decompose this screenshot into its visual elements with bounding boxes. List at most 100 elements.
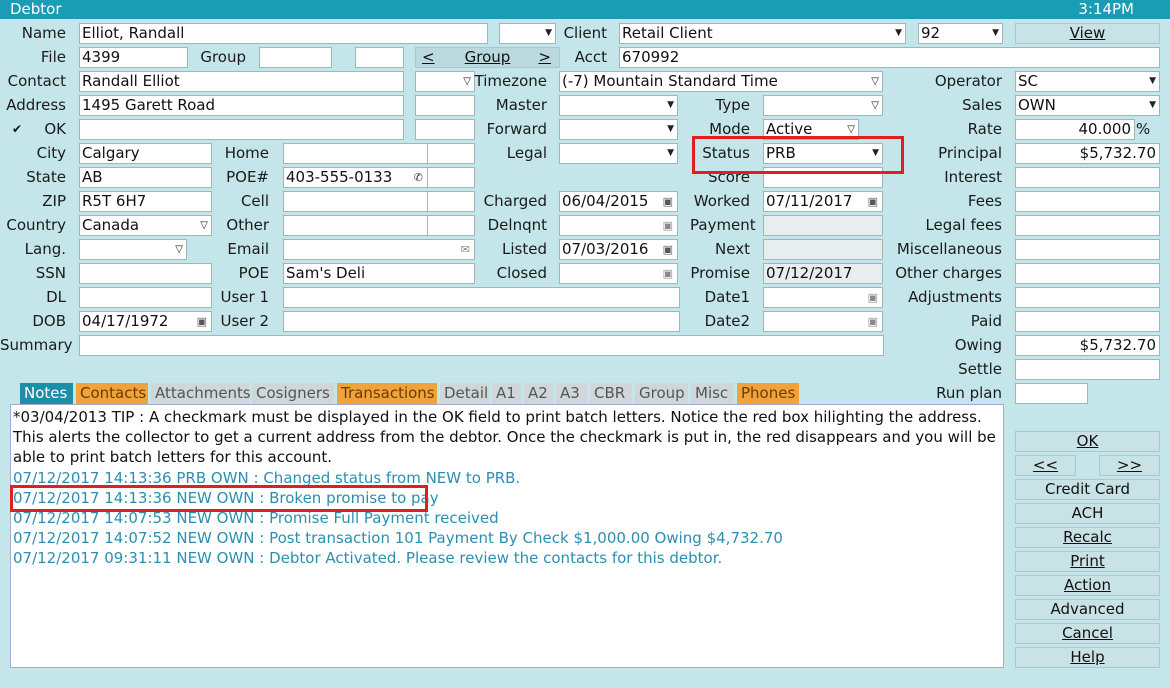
other-ext-field[interactable] <box>427 215 475 236</box>
tab-attachments[interactable]: Attachments <box>151 383 251 404</box>
adjustments-field[interactable] <box>1015 287 1160 308</box>
credit-card-button[interactable]: Credit Card <box>1015 479 1160 500</box>
help-button[interactable]: Help <box>1015 647 1160 668</box>
calendar-icon[interactable]: ▣ <box>868 192 878 211</box>
listed-date-field[interactable]: 07/03/2016 ▣ <box>559 239 678 260</box>
paid-field[interactable] <box>1015 311 1160 332</box>
ok-checkbox[interactable]: ✔ <box>12 119 24 140</box>
tab-cbr[interactable]: CBR <box>590 383 632 404</box>
contact-select[interactable]: ▽ <box>415 71 475 92</box>
note-entry[interactable]: 07/12/2017 14:07:52 NEW OWN : Post trans… <box>13 528 783 548</box>
action-button[interactable]: Action <box>1015 575 1160 596</box>
country-select[interactable]: Canada ▽ <box>79 215 212 236</box>
notes-panel[interactable]: *03/04/2013 TIP : A checkmark must be di… <box>10 404 1004 668</box>
ok-button[interactable]: OK <box>1015 431 1160 452</box>
tab-a3[interactable]: A3 <box>556 383 587 404</box>
owing-field[interactable]: $5,732.70 <box>1015 335 1160 356</box>
client-select[interactable]: Retail Client ▼ <box>619 23 906 44</box>
recalc-button[interactable]: Recalc <box>1015 527 1160 548</box>
miscellaneous-field[interactable] <box>1015 239 1160 260</box>
user2-field[interactable] <box>283 311 680 332</box>
cell-phone-field[interactable] <box>283 191 428 212</box>
rate-field[interactable]: 40.000 <box>1015 119 1135 140</box>
settle-field[interactable] <box>1015 359 1160 380</box>
zip-field[interactable]: R5T 6H7 <box>79 191 212 212</box>
other-phone-field[interactable] <box>283 215 428 236</box>
calendar-icon[interactable]: ▣ <box>663 240 673 259</box>
state-field[interactable]: AB <box>79 167 212 188</box>
master-select[interactable]: ▼ <box>559 95 678 116</box>
poe-phone-field[interactable]: 403-555-0133 ✆ <box>283 167 428 188</box>
advanced-button[interactable]: Advanced <box>1015 599 1160 620</box>
tab-cosigners[interactable]: Cosigners <box>252 383 334 404</box>
group-field[interactable] <box>259 47 332 68</box>
calendar-icon[interactable]: ▣ <box>663 216 673 235</box>
city-field[interactable]: Calgary <box>79 143 212 164</box>
poe-field[interactable]: Sam's Deli <box>283 263 475 284</box>
acct-field[interactable]: 670992 <box>619 47 1160 68</box>
run-plan-field[interactable] <box>1015 383 1088 404</box>
calendar-icon[interactable]: ▣ <box>868 288 878 307</box>
print-button[interactable]: Print <box>1015 551 1160 572</box>
home-ext-field[interactable] <box>427 143 475 164</box>
charged-date-field[interactable]: 06/04/2015 ▣ <box>559 191 678 212</box>
file-field[interactable]: 4399 <box>79 47 188 68</box>
calendar-icon[interactable]: ▣ <box>197 312 207 331</box>
operator-select[interactable]: SC ▼ <box>1015 71 1160 92</box>
view-button[interactable]: View <box>1015 23 1160 44</box>
address-field[interactable]: 1495 Garett Road <box>79 95 404 116</box>
cancel-button[interactable]: Cancel <box>1015 623 1160 644</box>
group-prev-button[interactable]: < <box>422 48 435 67</box>
tab-notes[interactable]: Notes <box>20 383 73 404</box>
tab-group[interactable]: Group <box>635 383 688 404</box>
tab-transactions[interactable]: Transactions <box>337 383 437 404</box>
tab-a2[interactable]: A2 <box>524 383 553 404</box>
calendar-icon[interactable]: ▣ <box>663 264 673 283</box>
group-next-button[interactable]: > <box>538 48 551 67</box>
tab-a1[interactable]: A1 <box>492 383 521 404</box>
mail-icon[interactable]: ✉ <box>461 240 470 259</box>
phone-icon[interactable]: ✆ <box>414 168 423 187</box>
contact-field[interactable]: Randall Elliot <box>79 71 404 92</box>
type-select[interactable]: ▽ <box>763 95 883 116</box>
note-entry[interactable]: 07/12/2017 09:31:11 NEW OWN : Debtor Act… <box>13 548 722 568</box>
group-extra-field[interactable] <box>355 47 404 68</box>
tab-phones[interactable]: Phones <box>737 383 799 404</box>
home-phone-field[interactable] <box>283 143 428 164</box>
forward-select[interactable]: ▼ <box>559 119 678 140</box>
interest-field[interactable] <box>1015 167 1160 188</box>
date2-field[interactable]: ▣ <box>763 311 883 332</box>
sales-select[interactable]: OWN ▼ <box>1015 95 1160 116</box>
tab-misc[interactable]: Misc <box>691 383 734 404</box>
worked-date-field[interactable]: 07/11/2017 ▣ <box>763 191 883 212</box>
name-field[interactable]: Elliot, Randall <box>79 23 488 44</box>
address-extra-field[interactable] <box>415 95 475 116</box>
ok-extra-field[interactable] <box>415 119 475 140</box>
email-field[interactable]: ✉ <box>283 239 475 260</box>
client-number-select[interactable]: 92 ▼ <box>918 23 1003 44</box>
date1-field[interactable]: ▣ <box>763 287 883 308</box>
name-suffix-select[interactable]: ▼ <box>499 23 556 44</box>
fees-field[interactable] <box>1015 191 1160 212</box>
closed-date-field[interactable]: ▣ <box>559 263 678 284</box>
summary-field[interactable] <box>79 335 884 356</box>
dob-field[interactable]: 04/17/1972 ▣ <box>79 311 212 332</box>
dl-field[interactable] <box>79 287 212 308</box>
other-charges-field[interactable] <box>1015 263 1160 284</box>
calendar-icon[interactable]: ▣ <box>868 312 878 331</box>
principal-field[interactable]: $5,732.70 <box>1015 143 1160 164</box>
language-select[interactable]: ▽ <box>79 239 187 260</box>
tab-detail[interactable]: Detail <box>440 383 489 404</box>
previous-button[interactable]: << <box>1015 455 1076 476</box>
legal-fees-field[interactable] <box>1015 215 1160 236</box>
timezone-select[interactable]: (-7) Mountain Standard Time ▽ <box>559 71 883 92</box>
legal-select[interactable]: ▼ <box>559 143 678 164</box>
tab-contacts[interactable]: Contacts <box>76 383 148 404</box>
calendar-icon[interactable]: ▣ <box>663 192 673 211</box>
delnqnt-date-field[interactable]: ▣ <box>559 215 678 236</box>
cell-ext-field[interactable] <box>427 191 475 212</box>
group-nav-label[interactable]: Group <box>465 48 511 66</box>
ok-note-field[interactable] <box>79 119 404 140</box>
ssn-field[interactable] <box>79 263 212 284</box>
next-button[interactable]: >> <box>1099 455 1160 476</box>
